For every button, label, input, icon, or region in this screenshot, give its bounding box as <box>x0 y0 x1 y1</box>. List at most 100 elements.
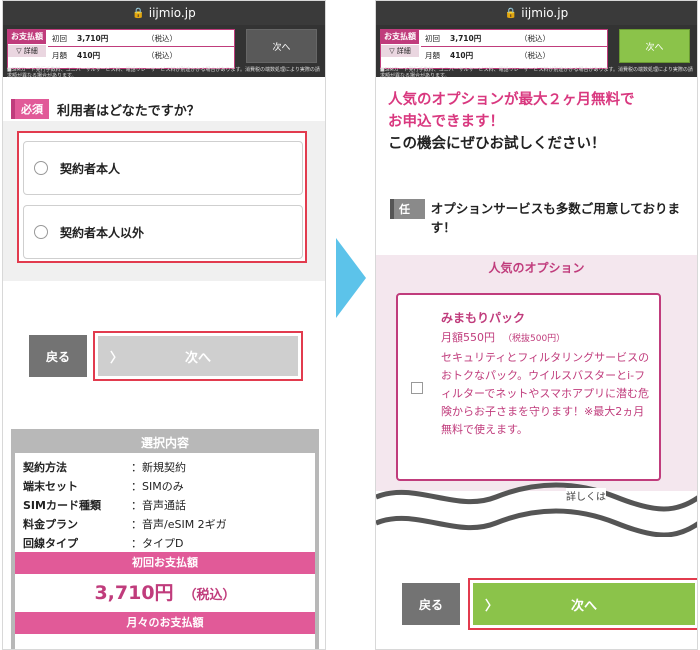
page-break-wave <box>376 482 697 537</box>
left-screen: 🔒 iijmio.jp お支払額 ▽ 詳細 初回 3,710円 （税込） 月額 … <box>2 0 326 650</box>
next-label: 次へ <box>184 350 211 366</box>
header-next-button[interactable]: 次へ <box>246 29 317 63</box>
summary-row: SIMカード種類 ：音声通話 <box>15 495 315 514</box>
summary-key: 端末セット <box>23 479 78 493</box>
choice-label: 契約者本人以外 <box>60 225 145 240</box>
payment-box: お支払額 ▽ 詳細 初回 3,710円 （税込） 月額 410円 （税込） <box>7 29 235 69</box>
first-label: 初回 <box>425 34 440 43</box>
payment-detail-toggle[interactable]: ▽ 詳細 <box>8 45 46 57</box>
monthly-label: 月額 <box>52 51 67 60</box>
first-tax: （税込） <box>147 34 177 43</box>
next-button-highlight: 〉 次へ <box>93 331 303 381</box>
monthly-tax: （税込） <box>147 51 177 60</box>
summary-key: SIMカード種類 <box>23 498 101 512</box>
next-button-highlight: 〉 次へ <box>468 578 697 630</box>
payment-monthly-row: 月額 410円 （税込） <box>425 50 550 61</box>
option-description: セキュリティとフィルタリングサービスのおトクなパック。ウイルスバスターとi-フィ… <box>441 351 650 436</box>
next-button[interactable]: 〉 次へ <box>473 583 695 625</box>
option-name: みまもりパック <box>441 311 526 325</box>
option-price-ex: （税抜500円） <box>503 334 566 344</box>
promo-line-1: 人気のオプションが最大２ヶ月無料で <box>388 92 635 108</box>
payment-note: ■SIMカード発行手数料、ユニバーサルサービス料、電話リレーサービス料が別途かか… <box>380 67 693 79</box>
payment-first-row: 初回 3,710円 （税込） <box>425 33 550 44</box>
payment-divider <box>48 46 234 47</box>
summary-row: 契約方法 ：新規契約 <box>15 457 315 476</box>
lock-icon: 🔒 <box>504 7 518 19</box>
payment-summary-bar: お支払額 ▽ 詳細 初回 3,710円 （税込） 月額 410円 （税込） 次へ… <box>3 25 325 79</box>
option-price-value: 月額550円 <box>441 331 495 344</box>
browser-url-bar[interactable]: 🔒 iijmio.jp <box>376 1 697 25</box>
user-question: 必須 利用者はどなたですか？ <box>11 99 200 119</box>
lock-icon: 🔒 <box>132 7 145 19</box>
payment-box: お支払額 ▽ 詳細 初回 3,710円 （税込） 月額 410円 （税込） <box>380 29 608 69</box>
choice-group: 契約者本人 契約者本人以外 <box>17 131 307 263</box>
option-price: 月額550円 （税抜500円） <box>441 329 565 345</box>
first-value: 3,710円 <box>450 34 482 43</box>
summary-key: 契約方法 <box>23 460 67 474</box>
browser-url-bar[interactable]: 🔒 iijmio.jp <box>3 1 325 25</box>
radio-icon[interactable] <box>34 225 48 239</box>
popular-options-heading: 人気のオプション <box>488 261 585 275</box>
url-text: iijmio.jp <box>521 6 569 20</box>
back-button[interactable]: 戻る <box>29 335 87 377</box>
monthly-payment-heading: 月々のお支払額 <box>15 612 315 634</box>
payment-divider <box>421 46 607 47</box>
first-tax: （税込） <box>520 34 550 43</box>
options-text: オプションサービスも多数ご用意しております！ <box>430 201 681 235</box>
selection-summary: 選択内容 契約方法 ：新規契約 端末セット ：SIMのみ SIMカード種類 ：音声通話… <box>11 429 319 649</box>
monthly-value: 410円 <box>77 51 101 60</box>
option-card-mimamori[interactable]: みまもりパック 月額550円 （税抜500円） セキュリティとフィルタリングサービ… <box>396 293 661 481</box>
payment-tag: お支払額 <box>381 30 419 44</box>
nav-buttons: 戻る 〉 次へ <box>402 578 697 630</box>
monthly-value: 410円 <box>450 51 474 60</box>
nav-buttons: 戻る 〉 次へ <box>29 331 303 381</box>
right-screen: 🔒 iijmio.jp お支払額 ▽ 詳細 初回 3,710円 （税込） 月額 … <box>375 0 698 650</box>
arrow-right-icon <box>336 238 366 318</box>
summary-row: 料金プラン ：音声/eSIM 2ギガ <box>15 514 315 533</box>
promo-line-3: この機会にぜひお試しください！ <box>388 136 606 152</box>
first-payment-amount: 3,710円 （税込） <box>15 574 315 612</box>
choice-label: 契約者本人 <box>60 161 121 176</box>
summary-value: ：音声通話 <box>131 498 186 512</box>
radio-icon[interactable] <box>34 161 48 175</box>
choice-other[interactable]: 契約者本人以外 <box>23 205 303 259</box>
chevron-right-icon: 〉 <box>485 598 499 614</box>
chevron-right-icon: 〉 <box>110 350 124 366</box>
required-badge: 必須 <box>11 99 49 119</box>
first-value: 3,710円 <box>77 34 109 43</box>
back-button[interactable]: 戻る <box>402 583 460 625</box>
options-heading: 任意 オプションサービスも多数ご用意しております！ <box>390 199 690 237</box>
summary-value: ：新規契約 <box>131 460 186 474</box>
question-text: 利用者はどなたですか？ <box>57 103 200 119</box>
summary-value: ：音声/eSIM 2ギガ <box>131 517 227 531</box>
payment-summary-bar: お支払額 ▽ 詳細 初回 3,710円 （税込） 月額 410円 （税込） 次へ… <box>376 25 697 79</box>
summary-title: 選択内容 <box>15 433 315 453</box>
optional-badge: 任意 <box>390 199 425 235</box>
payment-detail-toggle[interactable]: ▽ 詳細 <box>381 45 419 57</box>
next-button-disabled[interactable]: 〉 次へ <box>98 336 298 376</box>
first-amount-tax: （税込） <box>183 588 236 603</box>
first-label: 初回 <box>52 34 67 43</box>
promo-line-2: お申込できます！ <box>388 114 504 130</box>
option-checkbox[interactable] <box>411 382 423 394</box>
promo-message: 人気のオプションが最大２ヶ月無料で お申込できます！ この機会にぜひお試しくださ… <box>388 89 688 155</box>
summary-row: 回線タイプ ：タイプD <box>15 533 315 552</box>
summary-key: 料金プラン <box>23 517 78 531</box>
choice-self[interactable]: 契約者本人 <box>23 141 303 195</box>
summary-row: 端末セット ：SIMのみ <box>15 476 315 495</box>
payment-first-row: 初回 3,710円 （税込） <box>52 33 177 44</box>
details-link[interactable]: 詳しくは <box>566 488 606 503</box>
url-text: iijmio.jp <box>148 6 196 20</box>
monthly-tax: （税込） <box>520 51 550 60</box>
header-next-button[interactable]: 次へ <box>619 29 690 63</box>
monthly-label: 月額 <box>425 51 440 60</box>
summary-value: ：タイプD <box>131 536 184 550</box>
first-amount-value: 3,710円 <box>94 582 174 604</box>
payment-note: ■SIMカード発行手数料、ユニバーサルサービス料、電話リレーサービス料が別途かか… <box>7 67 320 79</box>
payment-tag: お支払額 <box>8 30 46 44</box>
summary-key: 回線タイプ <box>23 536 78 550</box>
next-label: 次へ <box>570 598 597 614</box>
summary-value: ：SIMのみ <box>131 479 184 493</box>
first-payment-heading: 初回お支払額 <box>15 552 315 574</box>
payment-monthly-row: 月額 410円 （税込） <box>52 50 177 61</box>
